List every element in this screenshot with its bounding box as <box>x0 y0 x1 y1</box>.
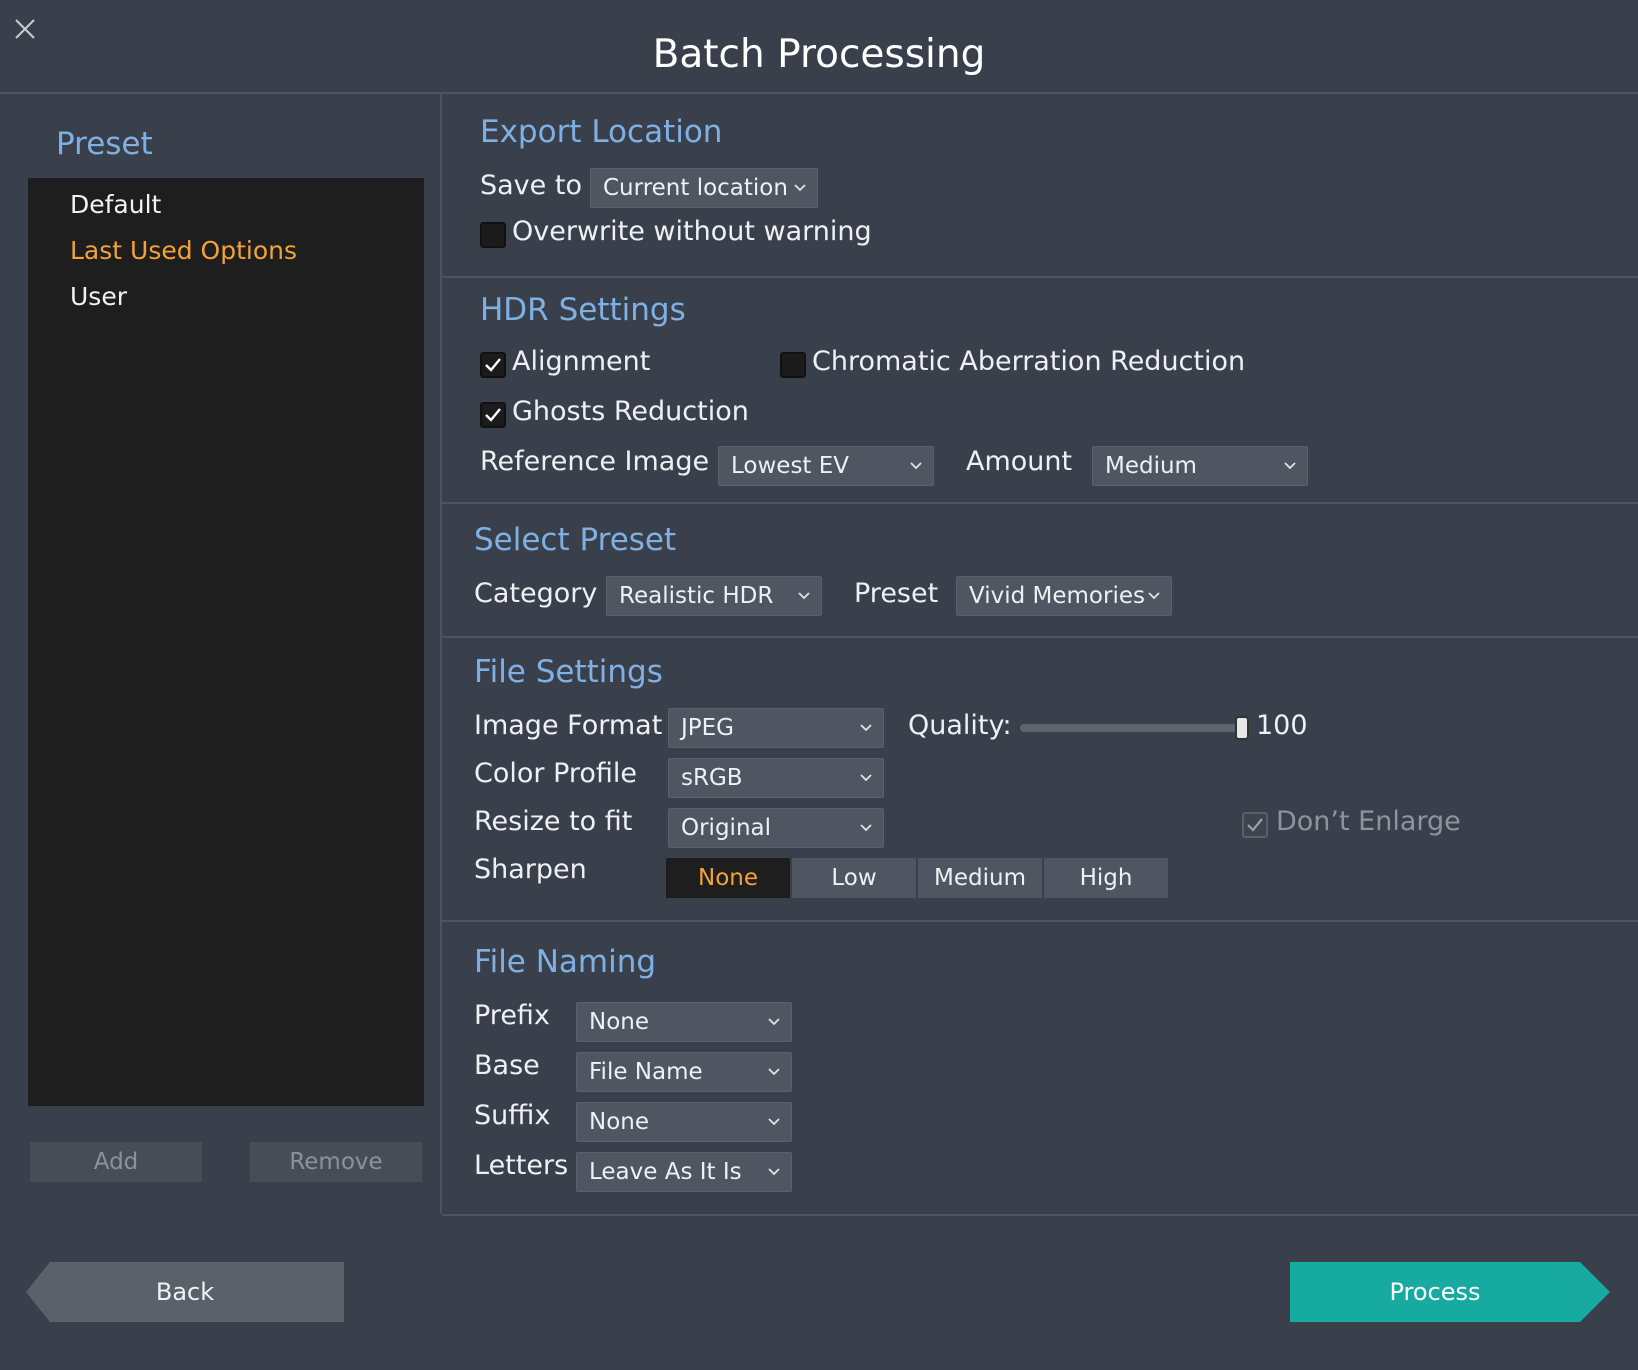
dont-enlarge-label: Don’t Enlarge <box>1276 806 1461 837</box>
settings-panel: Export Location Save to Current location… <box>442 94 1638 1216</box>
image-format-dropdown[interactable]: JPEG <box>668 708 884 748</box>
ghosts-reduction-checkbox[interactable] <box>480 402 506 428</box>
save-to-value: Current location <box>603 175 788 201</box>
chevron-down-icon <box>860 824 872 832</box>
reference-image-label: Reference Image <box>480 446 710 477</box>
hdr-settings-heading: HDR Settings <box>480 292 686 328</box>
export-location-heading: Export Location <box>480 114 723 150</box>
add-preset-button[interactable]: Add <box>30 1142 202 1182</box>
sharpen-option-medium[interactable]: Medium <box>918 858 1042 898</box>
base-value: File Name <box>589 1059 703 1085</box>
quality-label: Quality: <box>908 710 1012 741</box>
checkmark-icon <box>1247 818 1263 832</box>
amount-dropdown[interactable]: Medium <box>1092 446 1308 486</box>
preset-list: Default Last Used Options User <box>28 178 424 1106</box>
sharpen-option-none[interactable]: None <box>666 858 790 898</box>
file-settings-section: File Settings Image Format JPEG Quality:… <box>442 638 1638 922</box>
category-value: Realistic HDR <box>619 583 774 609</box>
alignment-checkbox[interactable] <box>480 352 506 378</box>
prefix-label: Prefix <box>474 1000 550 1031</box>
checkmark-icon <box>485 358 501 372</box>
chromatic-aberration-checkbox[interactable] <box>780 352 806 378</box>
prefix-value: None <box>589 1009 650 1035</box>
chevron-down-icon <box>794 184 806 192</box>
chevron-down-icon <box>768 1068 780 1076</box>
batch-processing-window: Batch Processing Preset Default Last Use… <box>0 0 1638 1370</box>
preset-label: Preset <box>854 578 939 609</box>
reference-image-value: Lowest EV <box>731 453 850 479</box>
image-format-value: JPEG <box>681 715 735 741</box>
back-button[interactable]: Back <box>26 1262 344 1322</box>
chevron-down-icon <box>798 592 810 600</box>
file-naming-section: File Naming Prefix None Base File Name S… <box>442 922 1638 1216</box>
suffix-dropdown[interactable]: None <box>576 1102 792 1142</box>
color-profile-dropdown[interactable]: sRGB <box>668 758 884 798</box>
ghosts-reduction-label: Ghosts Reduction <box>512 396 749 427</box>
preset-panel: Preset Default Last Used Options User Ad… <box>0 94 442 1214</box>
chevron-down-icon <box>860 774 872 782</box>
quality-slider[interactable] <box>1020 724 1242 732</box>
chevron-down-icon <box>768 1118 780 1126</box>
select-preset-heading: Select Preset <box>474 522 677 558</box>
amount-label: Amount <box>966 446 1073 477</box>
resize-to-fit-dropdown[interactable]: Original <box>668 808 884 848</box>
letters-value: Leave As It Is <box>589 1159 742 1185</box>
amount-value: Medium <box>1105 453 1197 479</box>
quality-slider-thumb[interactable] <box>1235 716 1249 740</box>
prefix-dropdown[interactable]: None <box>576 1002 792 1042</box>
letters-label: Letters <box>474 1150 569 1181</box>
chevron-down-icon <box>860 724 872 732</box>
image-format-label: Image Format <box>474 710 663 741</box>
save-to-dropdown[interactable]: Current location <box>590 168 818 208</box>
preset-item-last-used-options[interactable]: Last Used Options <box>70 236 297 265</box>
chevron-down-icon <box>768 1168 780 1176</box>
sharpen-option-high[interactable]: High <box>1044 858 1168 898</box>
chromatic-aberration-label: Chromatic Aberration Reduction <box>812 346 1246 377</box>
process-label: Process <box>1389 1278 1481 1306</box>
category-label: Category <box>474 578 598 609</box>
file-naming-heading: File Naming <box>474 944 657 980</box>
footer-bar: Back Process <box>0 1214 1638 1370</box>
export-location-section: Export Location Save to Current location… <box>442 94 1638 278</box>
suffix-label: Suffix <box>474 1100 551 1131</box>
remove-preset-button[interactable]: Remove <box>250 1142 422 1182</box>
overwrite-label: Overwrite without warning <box>512 216 872 247</box>
chevron-down-icon <box>1148 592 1160 600</box>
chevron-down-icon <box>1284 462 1296 470</box>
resize-to-fit-label: Resize to fit <box>474 806 633 837</box>
file-settings-heading: File Settings <box>474 654 663 690</box>
preset-item-user[interactable]: User <box>70 282 127 311</box>
color-profile-label: Color Profile <box>474 758 638 789</box>
resize-to-fit-value: Original <box>681 815 772 841</box>
sharpen-option-low[interactable]: Low <box>792 858 916 898</box>
process-button[interactable]: Process <box>1290 1262 1610 1322</box>
base-label: Base <box>474 1050 540 1081</box>
base-dropdown[interactable]: File Name <box>576 1052 792 1092</box>
overwrite-checkbox[interactable] <box>480 222 506 248</box>
color-profile-value: sRGB <box>681 765 743 791</box>
window-title: Batch Processing <box>652 32 986 77</box>
sharpen-label: Sharpen <box>474 854 587 885</box>
chevron-down-icon <box>768 1018 780 1026</box>
letters-dropdown[interactable]: Leave As It Is <box>576 1152 792 1192</box>
preset-dropdown[interactable]: Vivid Memories <box>956 576 1172 616</box>
save-to-label: Save to <box>480 170 582 201</box>
preset-heading: Preset <box>56 126 153 162</box>
preset-item-default[interactable]: Default <box>70 190 161 219</box>
alignment-label: Alignment <box>512 346 651 377</box>
suffix-value: None <box>589 1109 650 1135</box>
select-preset-section: Select Preset Category Realistic HDR Pre… <box>442 504 1638 638</box>
hdr-settings-section: HDR Settings Alignment Chromatic Aberrat… <box>442 278 1638 504</box>
quality-slider-fill <box>1020 724 1242 732</box>
category-dropdown[interactable]: Realistic HDR <box>606 576 822 616</box>
checkmark-icon <box>485 408 501 422</box>
preset-value: Vivid Memories <box>969 583 1145 609</box>
dont-enlarge-checkbox[interactable] <box>1242 812 1268 838</box>
reference-image-dropdown[interactable]: Lowest EV <box>718 446 934 486</box>
chevron-down-icon <box>910 462 922 470</box>
back-label: Back <box>155 1278 215 1306</box>
quality-value: 100 <box>1256 710 1308 741</box>
title-bar: Batch Processing <box>0 0 1638 94</box>
